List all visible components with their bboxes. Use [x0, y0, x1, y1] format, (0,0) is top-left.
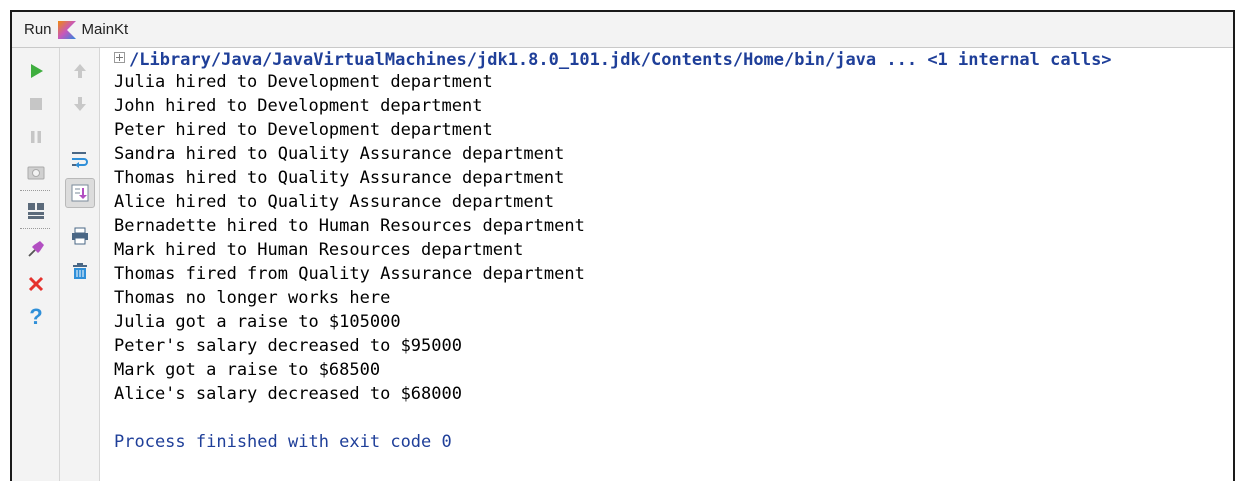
output-line: Peter's salary decreased to $95000: [114, 336, 462, 356]
expand-icon[interactable]: [114, 52, 125, 63]
output-line: John hired to Development department: [114, 96, 483, 116]
command-line[interactable]: /Library/Java/JavaVirtualMachines/jdk1.8…: [114, 48, 1112, 72]
output-line: Thomas no longer works here: [114, 288, 391, 308]
pin-icon[interactable]: [21, 234, 51, 264]
run-config-name[interactable]: MainKt: [82, 21, 129, 38]
stop-icon[interactable]: [21, 89, 51, 119]
run-label: Run: [24, 21, 52, 38]
command-text: /Library/Java/JavaVirtualMachines/jdk1.8…: [129, 50, 1112, 70]
toolbar-separator: [20, 190, 50, 191]
soft-wrap-icon[interactable]: [65, 144, 95, 174]
output-line: Sandra hired to Quality Assurance depart…: [114, 144, 565, 164]
output-line: Julia hired to Development department: [114, 72, 493, 92]
output-line: Thomas hired to Quality Assurance depart…: [114, 168, 565, 188]
layout-icon[interactable]: [21, 196, 51, 226]
toolbar-separator: [20, 228, 50, 229]
output-line: Bernadette hired to Human Resources depa…: [114, 216, 585, 236]
close-icon[interactable]: [21, 269, 51, 299]
console-actions-toolbar: [60, 48, 100, 481]
output-line: Julia got a raise to $105000: [114, 312, 401, 332]
run-actions-toolbar: ?: [12, 48, 60, 481]
scroll-to-end-icon[interactable]: [65, 178, 95, 208]
output-line: Alice hired to Quality Assurance departm…: [114, 192, 555, 212]
output-line: Peter hired to Development department: [114, 120, 493, 140]
console-output[interactable]: /Library/Java/JavaVirtualMachines/jdk1.8…: [114, 48, 1233, 481]
output-line: Thomas fired from Quality Assurance depa…: [114, 264, 585, 284]
run-window-header: Run MainKt: [12, 12, 1233, 48]
process-finished-message: Process finished with exit code 0: [114, 432, 452, 452]
print-icon[interactable]: [65, 221, 95, 251]
down-arrow-icon[interactable]: [65, 89, 95, 119]
output-line: Alice's salary decreased to $68000: [114, 384, 462, 404]
pause-icon[interactable]: [21, 122, 51, 152]
run-tool-window: Run MainKt ? /Library/Java/JavaVirtualMa…: [10, 10, 1235, 481]
up-arrow-icon[interactable]: [65, 56, 95, 86]
output-line: Mark got a raise to $68500: [114, 360, 381, 380]
help-icon[interactable]: ?: [21, 302, 51, 332]
camera-icon[interactable]: [21, 157, 51, 187]
trash-icon[interactable]: [65, 256, 95, 286]
output-line: Mark hired to Human Resources department: [114, 240, 524, 260]
kotlin-icon: [57, 20, 76, 39]
run-icon[interactable]: [21, 56, 51, 86]
